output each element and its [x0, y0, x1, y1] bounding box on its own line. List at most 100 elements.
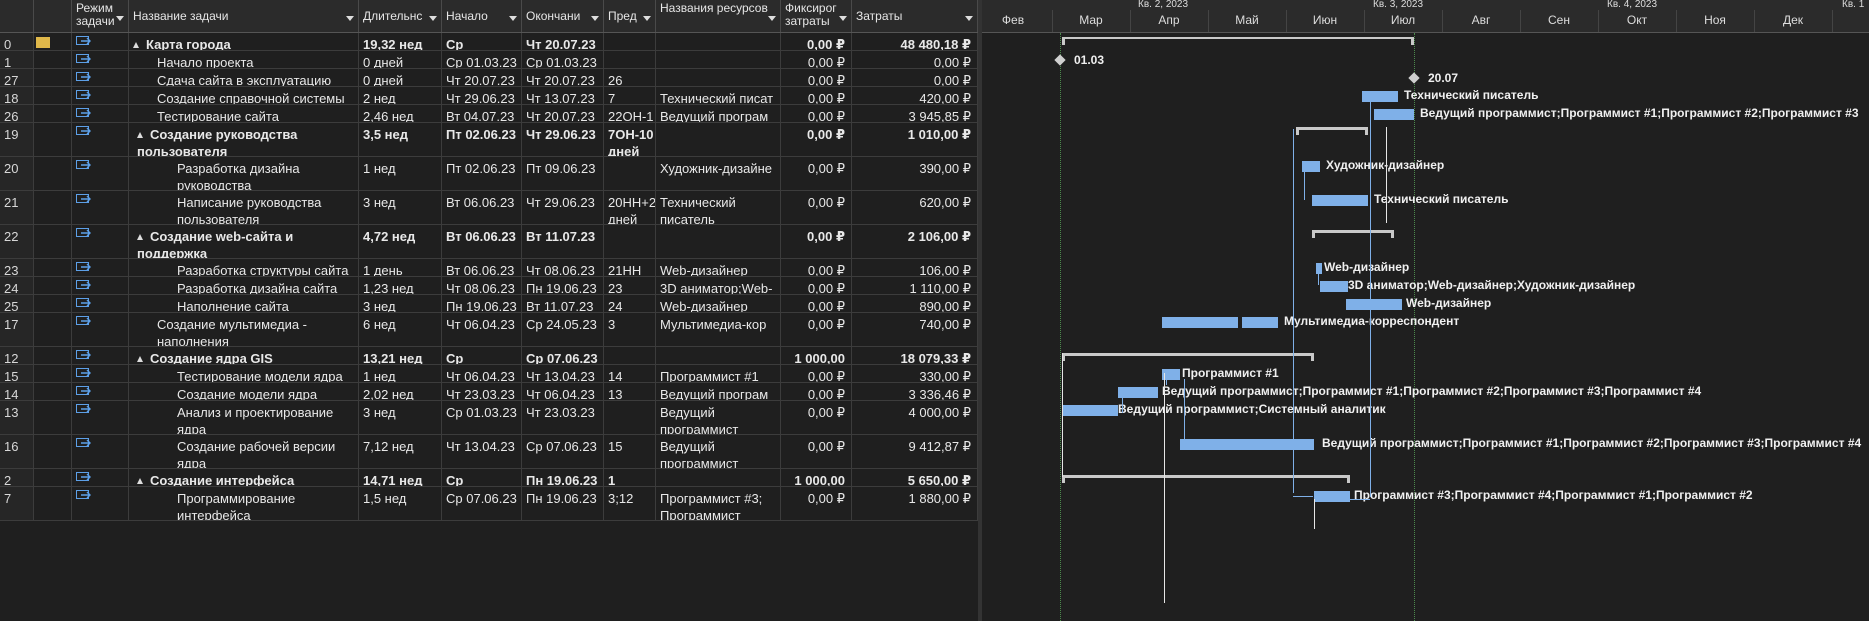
- cost-cell[interactable]: 2 106,00 ₽: [852, 225, 978, 258]
- summary-bar[interactable]: [1062, 37, 1414, 45]
- row-number[interactable]: 20: [0, 157, 34, 190]
- resources-cell[interactable]: [656, 347, 781, 364]
- predecessors-cell[interactable]: [604, 157, 656, 190]
- resources-cell[interactable]: Технический писат: [656, 87, 781, 104]
- chevron-down-icon[interactable]: [591, 16, 599, 21]
- chevron-down-icon[interactable]: [768, 16, 776, 21]
- indicators-cell[interactable]: [34, 401, 72, 434]
- task-bar[interactable]: [1312, 195, 1368, 206]
- start-cell[interactable]: Чт 13.04.23: [442, 435, 522, 468]
- fixed-cost-cell[interactable]: 0,00 ₽: [781, 295, 852, 312]
- indicators-header[interactable]: i: [34, 0, 72, 32]
- row-number-header[interactable]: [0, 0, 34, 32]
- task-bar[interactable]: [1346, 299, 1402, 310]
- chevron-down-icon[interactable]: [116, 16, 124, 21]
- start-cell[interactable]: Вт 06.06.23: [442, 191, 522, 224]
- task-name-cell[interactable]: Тестирование сайта: [129, 105, 359, 122]
- task-mode-cell[interactable]: [72, 295, 129, 312]
- start-cell[interactable]: Пт 02.06.23: [442, 123, 522, 156]
- indicators-cell[interactable]: [34, 225, 72, 258]
- resources-cell[interactable]: [656, 69, 781, 86]
- collapse-triangle-icon[interactable]: [133, 42, 139, 48]
- cost-cell[interactable]: 1 010,00 ₽: [852, 123, 978, 156]
- duration-cell[interactable]: 2 нед: [359, 87, 442, 104]
- chevron-down-icon[interactable]: [509, 16, 517, 21]
- table-row[interactable]: 19 Создание руководства пользователя 3,5 н…: [0, 123, 978, 157]
- indicators-cell[interactable]: [34, 191, 72, 224]
- task-name-cell[interactable]: Написание руководства пользователя: [129, 191, 359, 224]
- predecessors-cell[interactable]: 21НН: [604, 259, 656, 276]
- dependency-line[interactable]: [1293, 129, 1294, 493]
- table-row[interactable]: 15 Тестирование модели ядра 1 нед Чт 06.04.…: [0, 365, 978, 383]
- task-mode-cell[interactable]: [72, 435, 129, 468]
- resources-cell[interactable]: Программист #3; Программист #4;Пр: [656, 487, 781, 520]
- summary-connector[interactable]: [1164, 373, 1165, 603]
- indicators-cell[interactable]: [34, 487, 72, 520]
- chevron-down-icon[interactable]: [346, 16, 354, 21]
- task-mode-cell[interactable]: [72, 123, 129, 156]
- task-name-cell[interactable]: Наполнение сайта: [129, 295, 359, 312]
- resources-cell[interactable]: Художник-дизайне: [656, 157, 781, 190]
- fixed-cost-cell[interactable]: 0,00 ₽: [781, 365, 852, 382]
- cost-cell[interactable]: 4 000,00 ₽: [852, 401, 978, 434]
- duration-cell[interactable]: 3 нед: [359, 191, 442, 224]
- task-mode-cell[interactable]: [72, 33, 129, 50]
- start-cell[interactable]: Чт 06.04.23: [442, 365, 522, 382]
- table-row[interactable]: 16 Создание рабочей версии ядра 7,12 нед Чт…: [0, 435, 978, 469]
- cost-cell[interactable]: 740,00 ₽: [852, 313, 978, 346]
- row-number[interactable]: 18: [0, 87, 34, 104]
- finish-cell[interactable]: Чт 06.04.23: [522, 383, 604, 400]
- duration-cell[interactable]: 3 нед: [359, 295, 442, 312]
- row-number[interactable]: 24: [0, 277, 34, 294]
- task-name-cell[interactable]: Создание справочной системы: [129, 87, 359, 104]
- cost-cell[interactable]: 48 480,18 ₽: [852, 33, 978, 50]
- start-cell[interactable]: Ср 01.03.23: [442, 401, 522, 434]
- fixed-cost-cell[interactable]: 0,00 ₽: [781, 383, 852, 400]
- start-cell[interactable]: Ср 01.03.23: [442, 33, 522, 50]
- task-name-cell[interactable]: Начало проекта: [129, 51, 359, 68]
- cost-cell[interactable]: 1 880,00 ₽: [852, 487, 978, 520]
- task-bar[interactable]: [1314, 491, 1350, 502]
- predecessors-cell[interactable]: [604, 51, 656, 68]
- start-cell[interactable]: Вт 04.07.23: [442, 105, 522, 122]
- task-bar[interactable]: [1162, 317, 1238, 328]
- chevron-down-icon[interactable]: [429, 16, 437, 21]
- indicators-cell[interactable]: [34, 435, 72, 468]
- duration-cell[interactable]: 1 нед: [359, 157, 442, 190]
- task-name-cell[interactable]: Разработка структуры сайта: [129, 259, 359, 276]
- task-mode-cell[interactable]: [72, 259, 129, 276]
- predecessors-cell[interactable]: 14: [604, 365, 656, 382]
- column-header-start[interactable]: Начало: [442, 0, 522, 32]
- indicators-cell[interactable]: [34, 295, 72, 312]
- predecessors-cell[interactable]: 7: [604, 87, 656, 104]
- finish-cell[interactable]: Пн 19.06.23: [522, 469, 604, 486]
- task-mode-cell[interactable]: [72, 365, 129, 382]
- dependency-line[interactable]: [1184, 379, 1185, 449]
- table-row[interactable]: 2 Создание интерфейса 14,71 нед Ср 01.03.23…: [0, 469, 978, 487]
- finish-cell[interactable]: Пн 19.06.23: [522, 277, 604, 294]
- cost-cell[interactable]: 0,00 ₽: [852, 69, 978, 86]
- duration-cell[interactable]: 3 нед: [359, 401, 442, 434]
- resources-cell[interactable]: Web-дизайнер: [656, 259, 781, 276]
- fixed-cost-cell[interactable]: 1 000,00 ₽: [781, 347, 852, 364]
- fixed-cost-cell[interactable]: 0,00 ₽: [781, 157, 852, 190]
- row-number[interactable]: 2: [0, 469, 34, 486]
- indicators-cell[interactable]: [34, 69, 72, 86]
- task-bar[interactable]: [1320, 281, 1348, 292]
- task-name-cell[interactable]: Создание мультимедиа - наполнения: [129, 313, 359, 346]
- predecessors-cell[interactable]: [604, 33, 656, 50]
- task-name-cell[interactable]: Создание интерфейса: [129, 469, 359, 486]
- indicators-cell[interactable]: [34, 123, 72, 156]
- row-number[interactable]: 1: [0, 51, 34, 68]
- fixed-cost-cell[interactable]: 0,00 ₽: [781, 401, 852, 434]
- resources-cell[interactable]: [656, 51, 781, 68]
- task-mode-cell[interactable]: [72, 105, 129, 122]
- row-number[interactable]: 13: [0, 401, 34, 434]
- row-number[interactable]: 17: [0, 313, 34, 346]
- column-header-cost[interactable]: Затраты: [852, 0, 978, 32]
- finish-cell[interactable]: Вт 11.07.23: [522, 295, 604, 312]
- table-row[interactable]: 17 Создание мультимедиа - наполнения 6 нед…: [0, 313, 978, 347]
- task-name-cell[interactable]: Разработка дизайна сайта: [129, 277, 359, 294]
- indicators-cell[interactable]: [34, 33, 72, 50]
- fixed-cost-cell[interactable]: 0,00 ₽: [781, 69, 852, 86]
